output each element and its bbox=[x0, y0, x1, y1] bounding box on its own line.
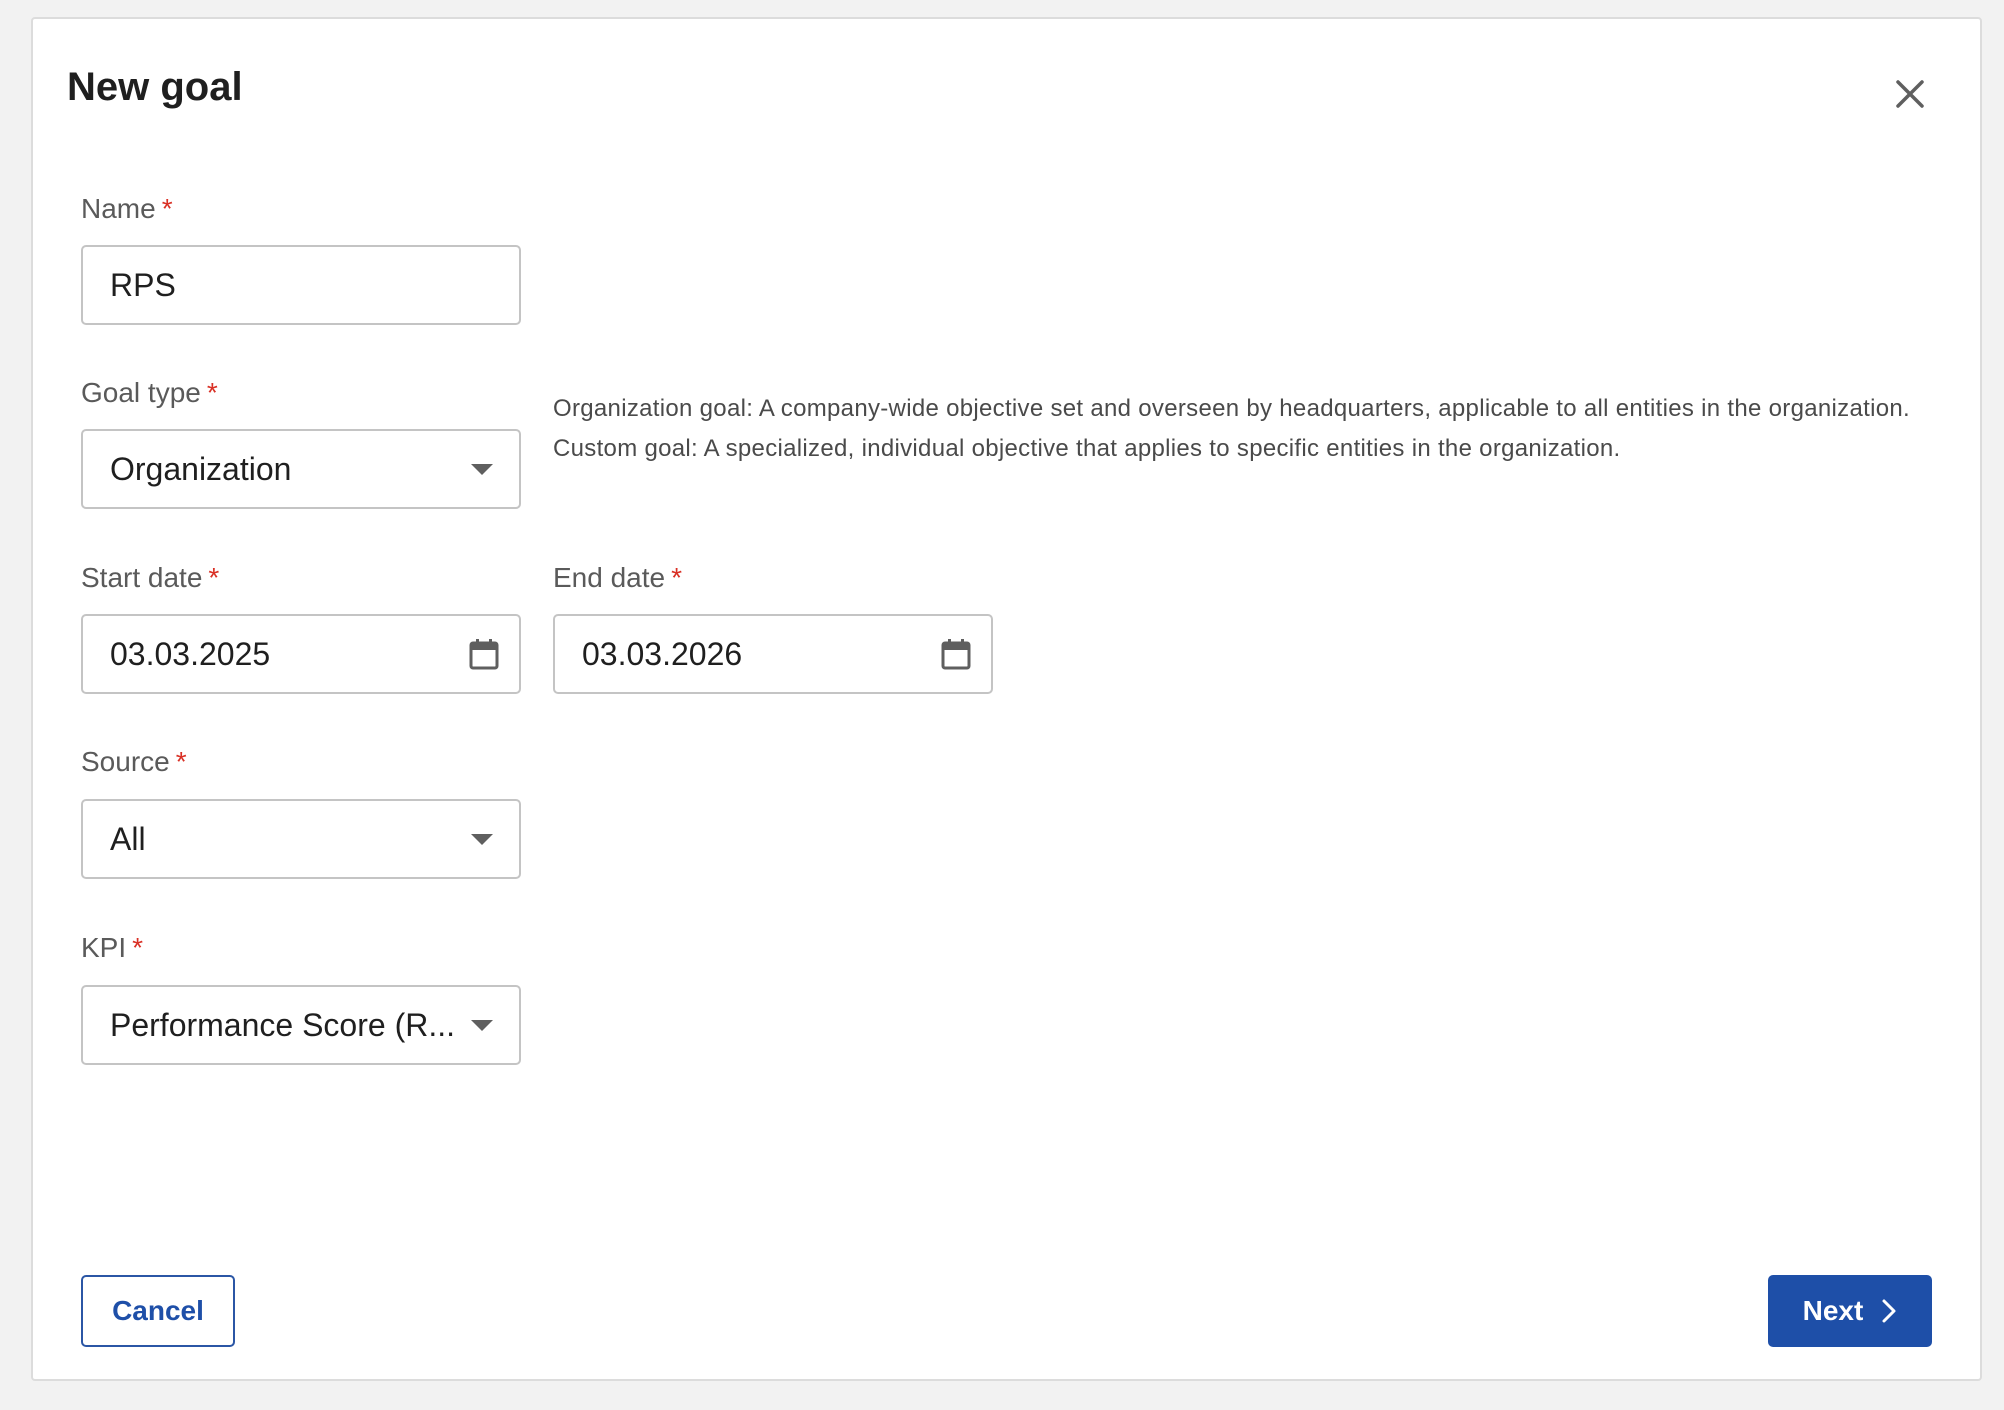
name-input[interactable]: RPS bbox=[81, 245, 521, 325]
required-asterisk: * bbox=[208, 562, 220, 593]
required-asterisk: * bbox=[671, 562, 683, 593]
dialog-title: New goal bbox=[67, 65, 243, 109]
chevron-down-icon bbox=[471, 833, 493, 845]
end-date-input[interactable]: 03.03.2026 bbox=[553, 614, 993, 694]
end-date-label: End date * bbox=[553, 562, 683, 593]
kpi-label: KPI * bbox=[81, 932, 144, 963]
chevron-down-icon bbox=[471, 463, 493, 475]
calendar-icon[interactable] bbox=[941, 638, 971, 670]
required-asterisk: * bbox=[132, 932, 144, 963]
required-asterisk: * bbox=[161, 193, 173, 224]
new-goal-dialog: New goal Name * RPS Goal type * Organizati… bbox=[31, 17, 1982, 1381]
goal-type-select[interactable]: Organization bbox=[81, 429, 521, 509]
goal-type-help-text: Organization goal: A company-wide object… bbox=[553, 389, 1933, 469]
required-asterisk: * bbox=[206, 377, 218, 408]
source-value: All bbox=[110, 820, 146, 857]
source-label: Source * bbox=[81, 746, 187, 777]
cancel-button-label: Cancel bbox=[112, 1295, 204, 1326]
next-button-label: Next bbox=[1802, 1295, 1864, 1326]
chevron-down-icon bbox=[471, 1019, 493, 1031]
next-button[interactable]: Next bbox=[1768, 1275, 1932, 1347]
cancel-button[interactable]: Cancel bbox=[81, 1275, 235, 1347]
organization-goal-description: Organization goal: A company-wide object… bbox=[553, 395, 1910, 422]
close-icon bbox=[1896, 80, 1924, 108]
start-date-value: 03.03.2025 bbox=[110, 635, 271, 672]
close-button[interactable] bbox=[1883, 67, 1937, 121]
kpi-select[interactable]: Performance Score (R... bbox=[81, 985, 521, 1065]
custom-goal-description: Custom goal: A specialized, individual o… bbox=[553, 435, 1621, 462]
name-input-value: RPS bbox=[110, 266, 176, 303]
calendar-icon[interactable] bbox=[469, 638, 499, 670]
end-date-value: 03.03.2026 bbox=[582, 635, 743, 672]
kpi-value: Performance Score (R... bbox=[110, 1006, 455, 1043]
name-label: Name * bbox=[81, 193, 173, 224]
source-select[interactable]: All bbox=[81, 799, 521, 879]
goal-type-value: Organization bbox=[110, 450, 292, 487]
chevron-right-icon bbox=[1882, 1299, 1896, 1323]
goal-type-label: Goal type * bbox=[81, 377, 218, 408]
required-asterisk: * bbox=[175, 746, 187, 777]
start-date-input[interactable]: 03.03.2025 bbox=[81, 614, 521, 694]
start-date-label: Start date * bbox=[81, 562, 220, 593]
